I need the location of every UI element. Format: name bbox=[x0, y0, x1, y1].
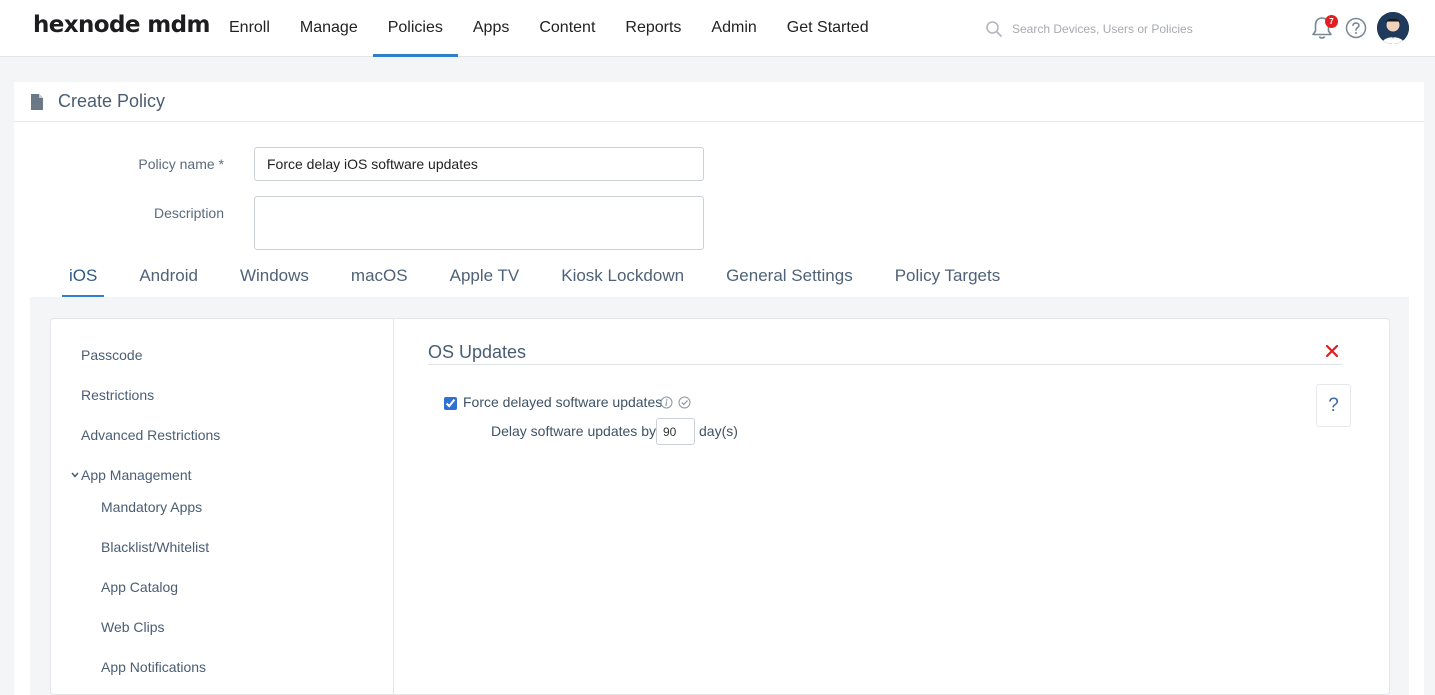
menu-item-app-notifications[interactable]: App Notifications bbox=[101, 659, 206, 675]
menu-item-restrictions[interactable]: Restrictions bbox=[81, 387, 154, 403]
tab-apple-tv[interactable]: Apple TV bbox=[429, 266, 541, 298]
search-icon bbox=[986, 21, 1002, 37]
create-policy-card: Create Policy Policy name * Description … bbox=[14, 82, 1424, 695]
nav-item-get-started[interactable]: Get Started bbox=[772, 0, 884, 56]
delay-unit-label: day(s) bbox=[699, 423, 738, 439]
document-icon bbox=[31, 93, 43, 110]
menu-item-mandatory-apps[interactable]: Mandatory Apps bbox=[101, 499, 202, 515]
force-delay-label[interactable]: Force delayed software updates bbox=[463, 394, 662, 410]
info-icon[interactable] bbox=[660, 396, 673, 409]
policy-name-label: Policy name * bbox=[138, 156, 224, 172]
search-input[interactable] bbox=[1012, 22, 1252, 36]
tab-content-area: Passcode Restrictions Advanced Restricti… bbox=[30, 297, 1409, 695]
help-button[interactable]: ? bbox=[1316, 384, 1351, 427]
nav-item-apps[interactable]: Apps bbox=[458, 0, 524, 56]
tab-kiosk-lockdown[interactable]: Kiosk Lockdown bbox=[540, 266, 705, 298]
menu-item-advanced-restrictions[interactable]: Advanced Restrictions bbox=[81, 427, 220, 443]
tab-android[interactable]: Android bbox=[118, 266, 219, 298]
menu-item-app-catalog[interactable]: App Catalog bbox=[101, 579, 178, 595]
policy-name-input[interactable] bbox=[254, 147, 704, 181]
nav-item-manage[interactable]: Manage bbox=[285, 0, 373, 56]
menu-item-blacklist-whitelist[interactable]: Blacklist/Whitelist bbox=[101, 539, 209, 555]
page-title: Create Policy bbox=[58, 91, 166, 111]
menu-item-app-management[interactable]: App Management bbox=[81, 467, 192, 483]
menu-item-web-clips[interactable]: Web Clips bbox=[101, 619, 165, 635]
global-search bbox=[985, 17, 1265, 41]
nav-item-reports[interactable]: Reports bbox=[610, 0, 696, 56]
tab-windows[interactable]: Windows bbox=[219, 266, 330, 298]
policy-settings-card: Passcode Restrictions Advanced Restricti… bbox=[50, 318, 1390, 695]
nav-item-policies[interactable]: Policies bbox=[372, 0, 459, 57]
nav-item-admin[interactable]: Admin bbox=[696, 0, 771, 56]
force-delay-checkbox[interactable] bbox=[444, 397, 457, 410]
tab-general-settings[interactable]: General Settings bbox=[705, 266, 874, 298]
delay-days-input[interactable] bbox=[656, 418, 695, 445]
description-input[interactable] bbox=[254, 196, 704, 250]
nav-item-enroll[interactable]: Enroll bbox=[214, 0, 285, 56]
nav-item-content[interactable]: Content bbox=[524, 0, 610, 56]
policy-side-menu: Passcode Restrictions Advanced Restricti… bbox=[51, 319, 394, 695]
help-icon[interactable] bbox=[1343, 14, 1369, 42]
main-nav: Enroll Manage Policies Apps Content Repo… bbox=[214, 0, 884, 57]
hexnode-logo[interactable]: hexnode mdm bbox=[33, 12, 210, 38]
top-navbar: hexnode mdm Enroll Manage Policies Apps … bbox=[0, 0, 1435, 57]
user-avatar-icon bbox=[1377, 12, 1409, 44]
description-label: Description bbox=[153, 205, 224, 221]
supervised-check-icon bbox=[678, 396, 691, 409]
page-header: Create Policy bbox=[14, 82, 1424, 122]
delay-updates-label: Delay software updates by bbox=[491, 423, 656, 439]
user-avatar[interactable] bbox=[1377, 12, 1409, 44]
tab-ios[interactable]: iOS bbox=[48, 266, 118, 298]
tab-macos[interactable]: macOS bbox=[330, 266, 429, 298]
notification-badge: 7 bbox=[1325, 15, 1338, 28]
menu-item-passcode[interactable]: Passcode bbox=[81, 347, 142, 363]
tab-policy-targets[interactable]: Policy Targets bbox=[874, 266, 1022, 298]
panel-divider bbox=[428, 364, 1343, 365]
close-icon[interactable] bbox=[1325, 344, 1339, 358]
chevron-down-icon[interactable] bbox=[70, 470, 80, 480]
platform-tabs: iOS Android Windows macOS Apple TV Kiosk… bbox=[48, 266, 1021, 298]
panel-title: OS Updates bbox=[428, 342, 527, 362]
